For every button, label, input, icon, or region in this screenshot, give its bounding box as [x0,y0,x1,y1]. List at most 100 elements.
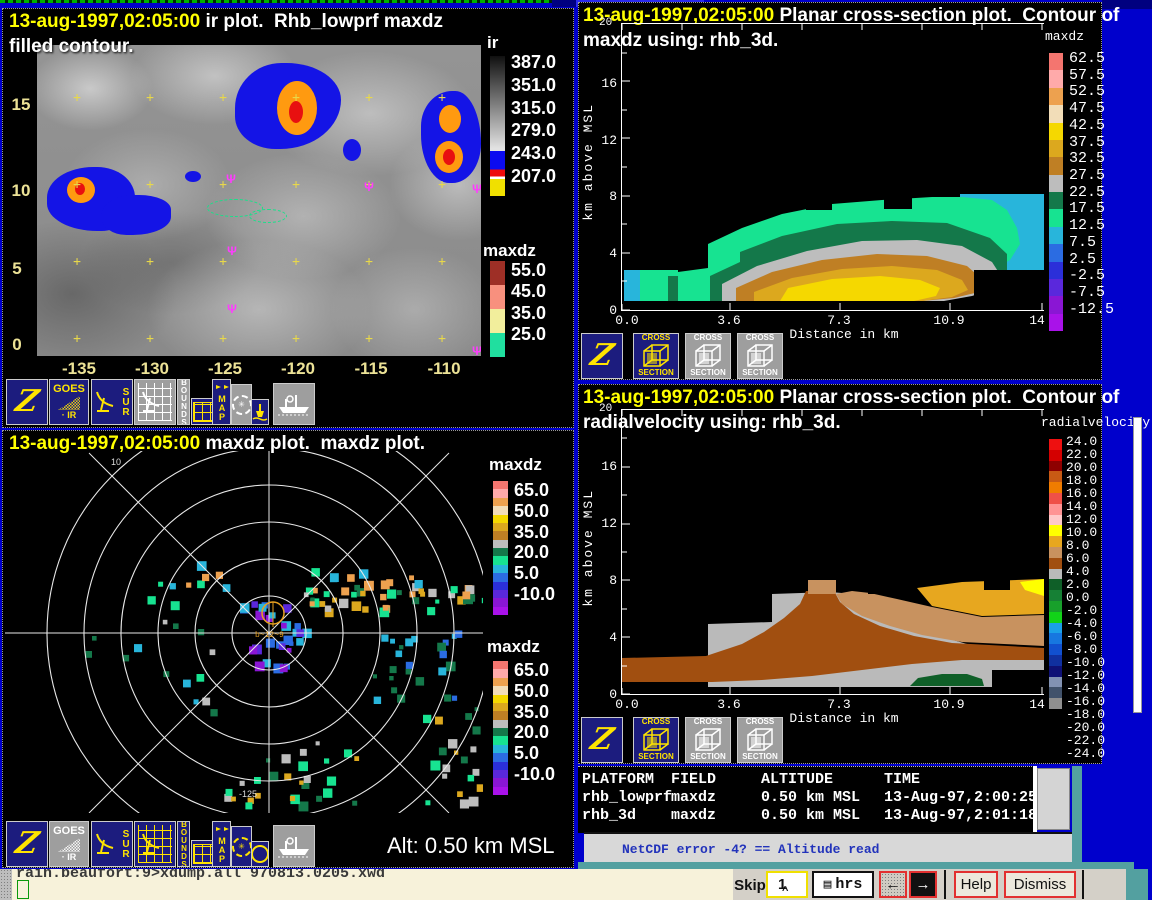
radar-echo-cell [428,589,436,597]
radar-sur-button[interactable]: SUR [91,379,133,425]
cross-section-button[interactable]: CROSSSECTION [737,717,783,763]
map-button[interactable]: MAP [212,379,231,425]
radar-echo-cell [437,643,446,652]
colorbar-segment [1049,450,1062,461]
colorbar-segment [493,515,508,523]
radar-echo-cell [438,667,446,675]
sur-label: SUR [121,387,131,417]
bounds-button[interactable]: BOUNDS [177,379,190,425]
goes-swath-graphic [58,396,80,410]
z-logo-button[interactable]: Z [581,717,623,763]
z-logo-button[interactable]: Z [6,821,48,867]
colorbar-segment [493,728,508,736]
radar-echo-cell [347,574,355,582]
colorbar-segment [493,678,508,686]
desktop-scrollbar[interactable] [1133,417,1142,713]
colorbar-segment [493,607,508,615]
station-marker-icon: Ψ [227,302,237,316]
radar-echo-cell [389,676,393,680]
map-button[interactable]: MAP [212,821,231,867]
panel-xsection-velocity: 13-aug-1997,02:05:00 Planar cross-sectio… [578,384,1102,764]
radar-echo-cell [300,749,307,756]
bounds-button[interactable]: BOUNDS [177,821,190,867]
goes-ir-button[interactable]: GOES· IR [49,379,89,425]
panel-xsection-maxdz: 13-aug-1997,02:05:00 Planar cross-sectio… [578,2,1102,380]
radar-echo-cell [134,644,142,652]
section-label: SECTION [742,369,778,378]
station-marker-icon: Ψ [226,172,236,186]
radar-echo-cell [186,583,191,588]
hours-unit-button[interactable]: ▤ hrs [812,871,874,898]
colorbar-tick-label: -2.5 [1069,268,1114,283]
panel-radar-ppi: 13-aug-1997,02:05:00 maxdz plot. maxdz p… [2,430,574,868]
radar-sur-button[interactable]: SUR [91,821,133,867]
colorbar-tick-label: 387.0 [511,53,556,71]
colorbar-segment [1049,471,1062,482]
colorbar-segment [1049,175,1063,192]
colorbar-segment [1049,140,1063,157]
z-logo-button[interactable]: Z [581,333,623,379]
radar-echo-cell [381,580,390,589]
buoy-button[interactable] [251,399,269,425]
latlon-grid-mark: + [146,178,154,193]
grid-radar-button[interactable] [134,821,176,867]
radar-echo-cell [352,601,362,611]
ship-button[interactable] [273,383,315,425]
xs-vel-contours [622,577,1044,687]
radar-echo-cell [173,623,179,629]
colorbar-segment [493,753,508,761]
colorbar-segment [1049,547,1062,558]
colorbar-segment [1049,698,1062,709]
colorbar-segment [1049,227,1063,244]
colorbar-tick-label: 50.0 [514,502,555,520]
cross-section-button[interactable]: CROSSSECTION [685,333,731,379]
step-forward-button[interactable]: → [909,871,937,898]
colorbar-tick-label: 65.0 [514,481,555,499]
latlon-grid-mark: + [365,91,373,106]
control-divider-1 [944,870,946,899]
step-back-button[interactable]: ← [879,871,907,898]
colorbar-segment [493,736,508,744]
colorbar-tick-label: 5.0 [514,744,555,762]
radar-echo-cell [409,575,414,580]
gear-button[interactable]: ✳ [231,384,252,425]
section-label: SECTION [690,753,726,762]
z-logo-button[interactable]: Z [6,379,48,425]
section-label: SECTION [690,369,726,378]
cross-section-button[interactable]: CROSSSECTION [737,333,783,379]
table-cell: 0.50 km MSL [761,807,860,824]
ir-colorbar-ticks: 387.0351.0315.0279.0243.0207.0 [511,53,556,185]
table-header-cell: PLATFORM [582,771,654,788]
help-button[interactable]: Help [954,871,998,898]
section-label: SECTION [638,753,674,762]
radar-echo-cell [452,696,457,701]
goes-ir-button[interactable]: GOES· IR [49,821,89,867]
radar-echo-cell [397,590,402,595]
optic-rings-graphic: ✳ [232,395,252,415]
cross-section-button[interactable]: CROSSSECTION [685,717,731,763]
dismiss-button[interactable]: Dismiss [1004,871,1076,898]
radar-echo-cell [430,761,440,771]
radar-echo-cell [354,585,360,591]
ship-button[interactable] [273,825,315,867]
grid-radar-button[interactable] [134,379,176,425]
control-divider-2 [1082,870,1084,899]
radar-echo-cell [240,781,245,786]
radar-echo-cell [170,583,176,589]
cross-section-button[interactable]: CROSSSECTION [633,333,679,379]
skip-label: Skip [735,872,765,898]
cloud-blob-blue-4 [343,139,361,161]
colorbar-segment [1049,70,1063,87]
gear-button[interactable]: ✳ [231,826,252,867]
latlon-grid-mark: + [292,332,300,347]
colorbar-segment [1049,244,1063,261]
map-label: MAP [217,836,226,863]
top-border-green [0,0,552,3]
cross-section-button[interactable]: CROSSSECTION [633,717,679,763]
colorbar-segment [493,540,508,548]
terminal-strip[interactable]: rain.beaufort:9>xdump.all 970813.0205.xw… [12,869,733,900]
circle-button[interactable] [251,841,269,867]
status-scrollbar[interactable] [1037,768,1070,830]
skip-value-input[interactable]: 1 ^ [766,871,808,898]
radar-echo-cell [324,591,330,597]
